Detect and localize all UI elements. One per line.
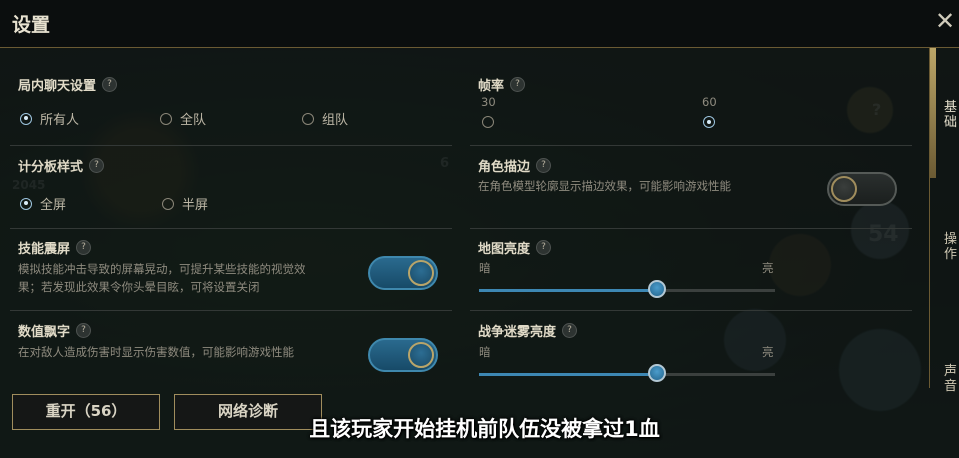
screen-shake-help-icon[interactable]: ? <box>76 240 92 255</box>
screen-shake-description-1: 模拟技能冲击导致的屏幕晃动，可提升某些技能的视觉效 <box>18 262 306 276</box>
settings-panel: 局内聊天设置 ? 所有人 全队 组队 计分板样式 ? 全屏 半屏 技能震屏 ? … <box>0 48 930 388</box>
scoreboard-title: 计分板样式 ? <box>18 156 105 175</box>
damage-numbers-toggle[interactable] <box>368 338 438 372</box>
outline-help-icon[interactable]: ? <box>536 158 552 173</box>
toggle-knob <box>831 176 857 202</box>
scoreboard-help-icon[interactable]: ? <box>89 158 105 173</box>
scoreboard-option-half[interactable]: 半屏 <box>162 194 208 213</box>
damage-numbers-label: 数值飘字 <box>18 325 71 340</box>
scoreboard-option-full-label: 全屏 <box>40 198 67 213</box>
chat-option-party[interactable]: 组队 <box>302 109 348 128</box>
map-brightness-fill <box>479 289 657 292</box>
map-brightness-label: 地图亮度 <box>478 242 531 257</box>
divider <box>470 228 912 229</box>
framerate-title: 帧率 ? <box>478 75 526 94</box>
outline-title: 角色描边 ? <box>478 156 552 175</box>
radio-selected-icon <box>703 116 715 128</box>
divider <box>10 310 452 311</box>
framerate-option-30[interactable] <box>482 116 494 128</box>
fog-brightness-label: 战争迷雾亮度 <box>478 325 557 340</box>
screen-shake-toggle[interactable] <box>368 256 438 290</box>
screen-shake-label: 技能震屏 <box>18 242 71 257</box>
chat-option-team[interactable]: 全队 <box>160 109 206 128</box>
outline-label: 角色描边 <box>478 160 531 175</box>
map-brightness-max-label: 亮 <box>762 261 774 275</box>
chat-settings-label: 局内聊天设置 <box>18 79 97 94</box>
chat-option-team-label: 全队 <box>180 113 207 128</box>
map-brightness-thumb[interactable] <box>647 280 666 298</box>
damage-numbers-title: 数值飘字 ? <box>18 321 92 340</box>
scoreboard-option-full[interactable]: 全屏 <box>20 194 66 213</box>
map-brightness-slider[interactable] <box>479 280 775 298</box>
chat-option-all[interactable]: 所有人 <box>20 109 79 128</box>
chat-option-all-label: 所有人 <box>40 113 80 128</box>
tab-basic[interactable]: 基础 <box>944 100 958 130</box>
toggle-knob <box>408 260 434 286</box>
tab-controls[interactable]: 操作 <box>944 232 958 262</box>
outline-description: 在角色模型轮廓显示描边效果，可能影响游戏性能 <box>478 179 731 193</box>
radio-unselected-icon <box>482 116 494 128</box>
framerate-30-label: 30 <box>481 95 496 109</box>
side-tab-active-indicator <box>930 48 936 178</box>
fog-brightness-max-label: 亮 <box>762 345 774 359</box>
radio-selected-icon <box>20 112 32 125</box>
divider <box>10 228 452 229</box>
title-bar: 设置 ✕ <box>0 0 959 48</box>
framerate-help-icon[interactable]: ? <box>510 77 526 92</box>
divider <box>10 145 452 146</box>
radio-unselected-icon <box>302 112 314 125</box>
damage-numbers-description: 在对敌人造成伤害时显示伤害数值，可能影响游戏性能 <box>18 345 294 359</box>
radio-unselected-icon <box>160 112 172 125</box>
framerate-60-label: 60 <box>702 95 717 109</box>
window-title: 设置 <box>12 14 51 36</box>
tab-sound[interactable]: 声音 <box>944 364 958 394</box>
close-icon[interactable]: ✕ <box>933 6 957 36</box>
fog-brightness-thumb[interactable] <box>647 364 666 382</box>
fog-brightness-min-label: 暗 <box>479 345 491 359</box>
outline-toggle[interactable] <box>827 172 897 206</box>
chat-help-icon[interactable]: ? <box>102 77 118 92</box>
screen-shake-description-2: 果；若发现此效果令你头晕目眩，可将设置关闭 <box>18 280 260 294</box>
scoreboard-option-half-label: 半屏 <box>182 198 209 213</box>
chat-settings-title: 局内聊天设置 ? <box>18 75 118 94</box>
side-tabs: 基础 操作 声音 <box>930 48 959 458</box>
fog-brightness-slider[interactable] <box>479 364 775 382</box>
toggle-knob <box>408 342 434 368</box>
map-brightness-min-label: 暗 <box>479 261 491 275</box>
map-brightness-help-icon[interactable]: ? <box>536 240 552 255</box>
fog-brightness-help-icon[interactable]: ? <box>562 323 578 338</box>
chat-option-party-label: 组队 <box>322 113 349 128</box>
divider <box>470 145 912 146</box>
fog-brightness-title: 战争迷雾亮度 ? <box>478 321 578 340</box>
radio-unselected-icon <box>162 197 174 210</box>
fog-brightness-fill <box>479 373 657 376</box>
video-subtitle: 且该玩家开始挂机前队伍没被拿过1血 <box>309 417 660 441</box>
framerate-option-60[interactable] <box>703 116 715 128</box>
framerate-label: 帧率 <box>478 79 505 94</box>
radio-selected-icon <box>20 197 32 210</box>
damage-numbers-help-icon[interactable]: ? <box>76 323 92 338</box>
divider <box>470 310 912 311</box>
screen-shake-title: 技能震屏 ? <box>18 238 92 257</box>
map-brightness-title: 地图亮度 ? <box>478 238 552 257</box>
scoreboard-label: 计分板样式 <box>18 160 84 175</box>
